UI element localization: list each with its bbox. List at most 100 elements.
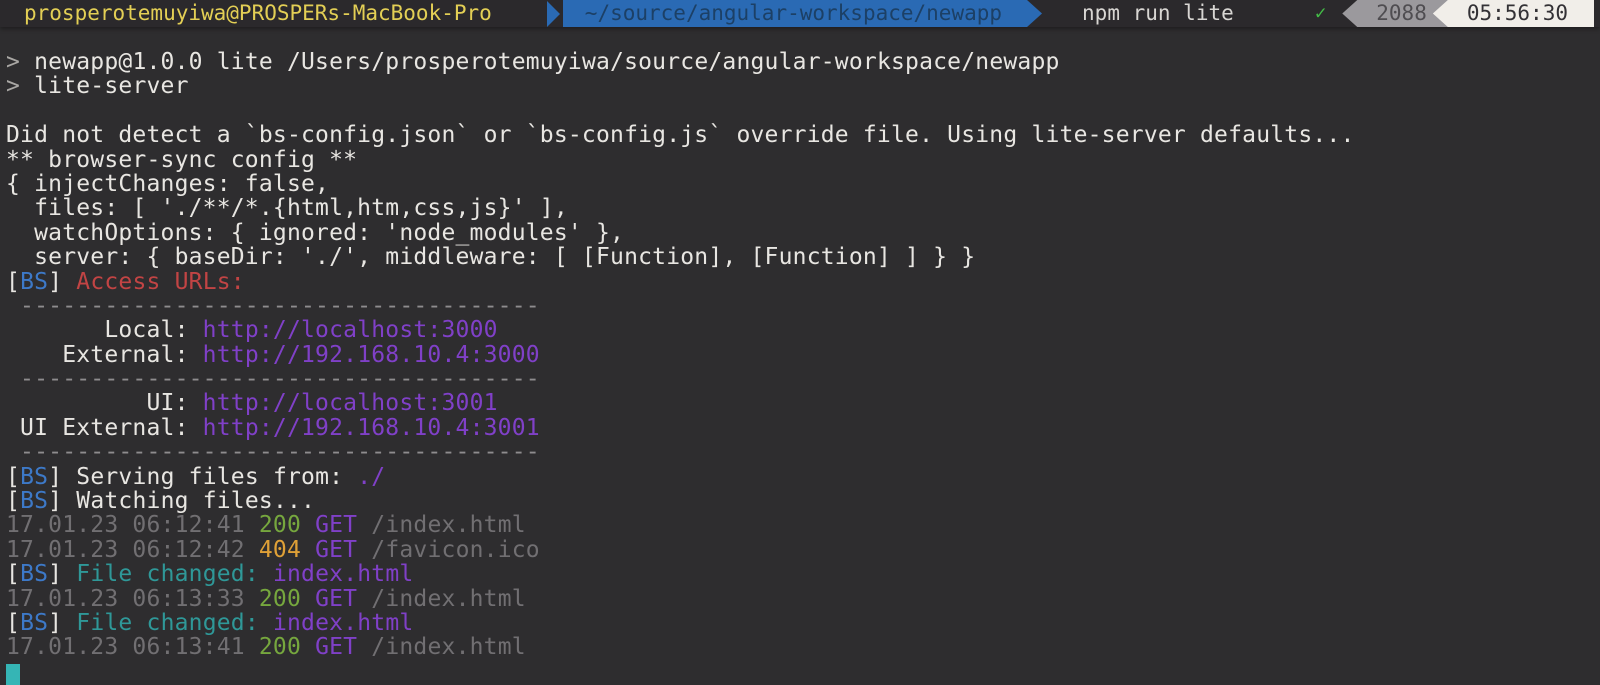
terminal-text: GET <box>315 585 358 612</box>
topbar-spacer <box>1234 0 1315 27</box>
cwd-path-segment: ~/source/angular-workspace/newapp <box>563 0 1042 27</box>
terminal-text: ] <box>48 268 77 295</box>
terminal-line: UI External: http://192.168.10.4:3001 <box>6 416 1600 440</box>
terminal-text: ] <box>48 463 77 490</box>
terminal-line: watchOptions: { ignored: 'node_modules' … <box>6 221 1600 245</box>
terminal-line: 17.01.23 06:13:33 200 GET /index.html <box>6 585 1600 612</box>
url-external[interactable]: http://192.168.10.4:3000 <box>203 342 540 368</box>
terminal-text: lite-server <box>34 73 189 100</box>
terminal-text: GET <box>315 512 358 539</box>
terminal-text: newapp@1.0.0 lite /Users/prosperotemuyiw… <box>34 49 1060 75</box>
command-label: npm run lite <box>1082 1 1234 25</box>
terminal-text: UI External: <box>6 414 203 441</box>
terminal-text: File changed: <box>76 609 273 636</box>
terminal-text: [ <box>6 268 21 295</box>
url-ui-external[interactable]: http://192.168.10.4:3001 <box>203 415 540 441</box>
url-ui[interactable]: http://localhost:3001 <box>203 390 498 416</box>
terminal-line: External: http://192.168.10.4:3000 <box>6 341 1600 368</box>
terminal-text: ] <box>48 561 77 588</box>
terminal-line: [BS] Access URLs: <box>6 268 1600 295</box>
terminal-text: ] <box>48 488 77 515</box>
terminal-text: /index.html <box>357 634 526 661</box>
terminal-line: UI: http://localhost:3001 <box>6 391 1600 415</box>
terminal-text: BS <box>20 463 49 490</box>
terminal-text: GET <box>315 634 358 661</box>
terminal-cursor <box>6 663 20 685</box>
terminal-output: > newapp@1.0.0 lite /Users/prosperotemuy… <box>6 50 1600 685</box>
terminal-line: 17.01.23 06:13:41 200 GET /index.html <box>6 635 1600 659</box>
terminal-line: [BS] File changed: index.html <box>6 562 1600 586</box>
terminal-line: server: { baseDir: './', middleware: [ [… <box>6 245 1600 269</box>
terminal-text: Did not detect a `bs-config.json` or `bs… <box>6 122 1355 149</box>
terminal-text: files: [ './**/*.{html,htm,css,js}' ], <box>6 195 568 222</box>
terminal-text: 200 <box>258 634 302 661</box>
terminal-line: [BS] Serving files from: ./ <box>6 463 1600 490</box>
terminal-text: BS <box>20 268 49 295</box>
terminal-text: BS <box>20 561 49 588</box>
terminal-text: ------------------------------------- <box>6 292 540 319</box>
terminal-text: ./ <box>357 463 386 490</box>
terminal-line: Did not detect a `bs-config.json` or `bs… <box>6 123 1600 147</box>
terminal-text: 200 <box>258 512 302 539</box>
terminal-line: ------------------------------------- <box>6 367 1600 391</box>
terminal-text: /index.html <box>357 512 526 539</box>
terminal-text: 17.01.23 06:13:33 <box>6 585 259 612</box>
terminal-text: server: { baseDir: './', middleware: [ [… <box>6 244 976 271</box>
terminal-line: { injectChanges: false, <box>6 172 1600 196</box>
terminal-text: External: <box>6 341 203 368</box>
terminal-text: > <box>6 49 35 75</box>
terminal-line: > newapp@1.0.0 lite /Users/prosperotemuy… <box>6 50 1600 74</box>
terminal-text: 200 <box>258 585 302 612</box>
terminal-text: ] <box>48 609 77 636</box>
terminal-text: [ <box>6 609 21 636</box>
terminal-line <box>6 660 1600 685</box>
terminal-text: watchOptions: { ignored: 'node_modules' … <box>6 219 625 246</box>
powerline-arrow-icon <box>546 0 560 27</box>
terminal-line: [BS] File changed: index.html <box>6 611 1600 635</box>
url-local[interactable]: http://localhost:3000 <box>203 317 498 343</box>
terminal-text: 404 <box>258 536 302 563</box>
terminal-text: Local: <box>6 317 203 344</box>
terminal-text: 17.01.23 06:12:42 <box>6 536 259 563</box>
terminal-text: /index.html <box>357 585 526 612</box>
terminal-line: files: [ './**/*.{html,htm,css,js}' ], <box>6 196 1600 220</box>
terminal-line: > lite-server <box>6 74 1600 98</box>
terminal-text: index.html <box>272 561 414 588</box>
terminal-window: prosperotemuyiwa@PROSPERs-MacBook-Pro ~/… <box>0 0 1600 685</box>
terminal-text: Access URLs: <box>76 268 245 295</box>
terminal-line: 17.01.23 06:12:41 200 GET /index.html <box>6 513 1600 537</box>
terminal-text: /favicon.ico <box>357 536 540 563</box>
terminal-line: ** browser-sync config ** <box>6 146 1600 173</box>
terminal-text: Serving files from: <box>76 463 358 490</box>
terminal-text: File changed: <box>76 561 273 588</box>
terminal-text: [ <box>6 561 21 588</box>
terminal-line: [BS] Watching files... <box>6 489 1600 513</box>
terminal-text: { injectChanges: false, <box>6 170 330 197</box>
terminal-text: > <box>6 73 35 100</box>
clock-badge: 05:56:30 <box>1432 0 1594 27</box>
terminal-text: Watching files... <box>76 488 316 515</box>
terminal-text: 17.01.23 06:13:41 <box>6 634 259 661</box>
terminal-line: ------------------------------------- <box>6 440 1600 464</box>
terminal-line: Local: http://localhost:3000 <box>6 318 1600 342</box>
terminal-text: [ <box>6 488 21 515</box>
terminal-text: 17.01.23 06:12:41 <box>6 512 259 539</box>
terminal-text: GET <box>315 536 358 563</box>
terminal-text: BS <box>20 488 49 515</box>
user-host-label: prosperotemuyiwa@PROSPERs-MacBook-Pro <box>24 1 492 25</box>
terminal-text: ------------------------------------- <box>6 439 540 466</box>
terminal-text: BS <box>20 609 49 636</box>
terminal-text: [ <box>6 463 21 490</box>
terminal-text: ------------------------------------- <box>6 366 540 393</box>
terminal-text: index.html <box>272 609 414 636</box>
terminal-text: ** browser-sync config ** <box>6 146 358 173</box>
terminal-line: 17.01.23 06:12:42 404 GET /favicon.ico <box>6 538 1600 562</box>
terminal-text: UI: <box>6 390 203 417</box>
cwd-path-label: ~/source/angular-workspace/newapp <box>584 1 1003 25</box>
terminal-line: ------------------------------------- <box>6 294 1600 318</box>
